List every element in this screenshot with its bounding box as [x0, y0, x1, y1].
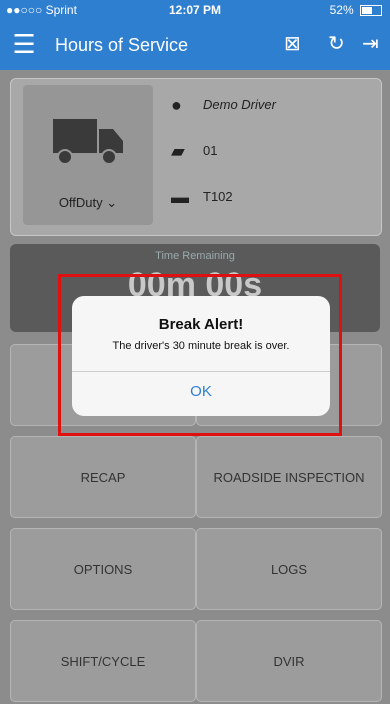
user-icon: ● — [171, 95, 182, 115]
menu-icon[interactable]: ☰ — [10, 31, 38, 57]
nav-bar: ☰ Hours of Service ⊠ ↻ ⇥ — [0, 20, 390, 70]
network-icon[interactable]: ⊠ — [284, 32, 301, 56]
page-title: Hours of Service — [55, 35, 189, 55]
trailer-number: T102 — [203, 189, 233, 204]
driver-name: Demo Driver — [203, 97, 276, 112]
refresh-icon[interactable]: ↻ — [328, 32, 345, 56]
dvir-button[interactable]: DVIR — [196, 620, 382, 702]
logs-button[interactable]: LOGS — [196, 528, 382, 610]
time-remaining-label: Time Remaining — [155, 250, 235, 262]
battery-percent: 52% — [329, 3, 354, 17]
duty-status-value: OffDuty — [58, 195, 103, 210]
battery-icon — [360, 5, 382, 17]
highlight-box — [58, 274, 342, 436]
duty-status-box[interactable]: OffDuty ⌄ — [23, 85, 153, 225]
driver-card: OffDuty ⌄ ● Demo Driver ▰ 01 ▬ T102 — [10, 78, 382, 236]
truck-icon — [53, 119, 123, 165]
truck-small-icon: ▰ — [171, 141, 185, 161]
unit-number: 01 — [203, 143, 218, 158]
status-bar: ●●○○○ Sprint 12:07 PM 52% — [0, 0, 390, 20]
duty-status-select[interactable]: OffDuty ⌄ — [23, 195, 153, 211]
trailer-icon: ▬ — [171, 187, 189, 207]
options-button[interactable]: OPTIONS — [10, 528, 196, 610]
logout-icon[interactable]: ⇥ — [362, 32, 379, 56]
roadside-inspection-button[interactable]: ROADSIDE INSPECTION — [196, 436, 382, 518]
recap-button[interactable]: RECAP — [10, 436, 196, 518]
battery-status: 52% — [330, 3, 382, 17]
chevron-down-icon: ⌄ — [106, 195, 118, 210]
shift-cycle-button[interactable]: SHIFT/CYCLE — [10, 620, 196, 702]
